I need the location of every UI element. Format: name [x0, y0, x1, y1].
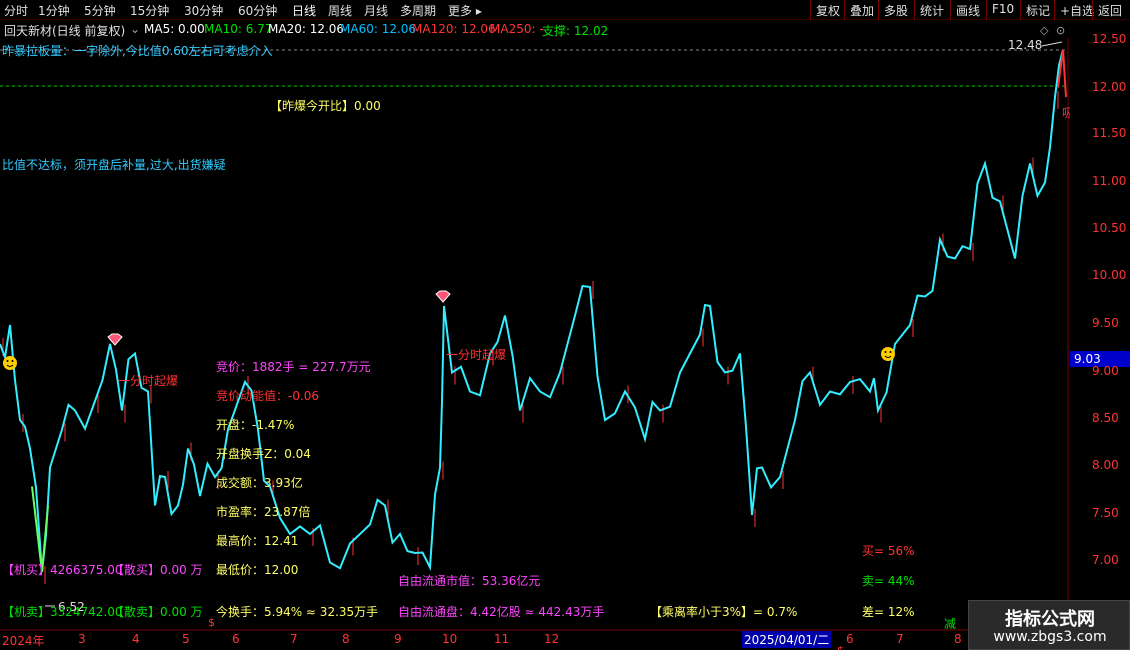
sell-percentage: 卖= 44% [862, 574, 915, 588]
x-tick-label: 8 [342, 632, 350, 646]
period-tab-daily[interactable]: 日线 [292, 2, 316, 19]
x-tick-label: 9 [394, 632, 402, 646]
ma60-value: MA60: 12.06 [340, 22, 417, 36]
open-turnover: 开盘换手Z：0.04 [216, 447, 311, 461]
y-tick-label: 11.50 [1092, 126, 1127, 140]
period-tab-weekly[interactable]: 周线 [328, 2, 352, 19]
period-tab-multi[interactable]: 多周期 [400, 2, 436, 19]
suck-signal-label: 吸筹 [1062, 106, 1070, 120]
ma5-value: MA5: 0.00 [144, 22, 205, 36]
chevron-down-icon[interactable]: ⌄ [130, 22, 140, 36]
x-tick-label: 12 [544, 632, 560, 646]
overlay-button[interactable]: 叠加 [844, 0, 878, 20]
ratio-warning: 比值不达标，须开盘后补量,过大,出货嫌疑 [2, 158, 226, 172]
multi-stock-button[interactable]: 多股 [878, 0, 912, 20]
y-tick-label: 8.50 [1092, 411, 1119, 425]
deviation-rate: 【乘离率小于3%】= 0.7% [650, 605, 798, 619]
support-value: 支撑: 12.02 [542, 24, 609, 38]
moving-average-bar: 回天新材(日线 前复权) ⌄ MA5: 0.00 MA10: 6.77 MA20… [0, 20, 1130, 38]
yesterday-limit-note: 昨暴拉板量：一字除外,今比值0.60左右可考虑介入 [2, 44, 273, 58]
y-tick-label: 9.00 [1092, 364, 1119, 378]
buy-percentage: 买= 56% [862, 544, 915, 558]
open-gain: 开盘：-1.47% [216, 418, 295, 432]
watermark-logo: 指标公式网 www.zbgs3.com [968, 600, 1130, 650]
x-tick-label: 8 [954, 632, 962, 646]
y-tick-label: 7.50 [1092, 506, 1119, 520]
retail-buy: 【散买】0.00 万 [112, 563, 203, 577]
y-tick-label: 8.00 [1092, 458, 1119, 472]
statistics-button[interactable]: 统计 [914, 0, 948, 20]
ma10-value: MA10: 6.77 [204, 22, 273, 36]
y-tick-label: 7.00 [1092, 553, 1119, 567]
period-tab-30min[interactable]: 30分钟 [184, 2, 223, 19]
period-tab-timeshare[interactable]: 分时 [4, 2, 28, 19]
bid-info: 竞价：1882手 = 227.7万元 [216, 360, 371, 374]
ma250-value: MA250: - [490, 22, 544, 36]
institution-sell: 【机卖】3324742.00 [2, 605, 123, 619]
retail-sell: 【散卖】0.00 万 [112, 605, 203, 619]
x-tick-label: 6 [232, 632, 240, 646]
yesterday-open-ratio: 【昨爆今开比】0.00 [270, 99, 381, 113]
mark-button[interactable]: 标记 [1020, 0, 1054, 20]
explode-signal-label: 一分时起爆 [118, 374, 179, 388]
today-turnover: 今换手：5.94% ≈ 32.35万手 [216, 605, 379, 619]
y-tick-label: 9.50 [1092, 316, 1119, 330]
high-price-label: 12.48 [1008, 38, 1043, 52]
ma120-value: MA120: 12.06 [412, 22, 496, 36]
period-tab-monthly[interactable]: 月线 [364, 2, 388, 19]
kline-chart[interactable]: ◇ ⊙ $ $ [0, 0, 1130, 650]
x-tick-label: 3 [78, 632, 86, 646]
y-tick-label: 10.50 [1092, 221, 1127, 235]
x-tick-label: 7 [896, 632, 904, 646]
back-button[interactable]: 返回 [1092, 0, 1126, 20]
x-tick-label: 5 [182, 632, 190, 646]
free-float-shares: 自由流通盘：4.42亿股 ≈ 442.43万手 [398, 605, 605, 619]
current-price-label: 9.03 [1074, 352, 1101, 366]
free-float-value: 自由流通市值：53.36亿元 [398, 574, 541, 588]
high-price: 最高价：12.41 [216, 534, 299, 548]
bid-energy: 竞价动能值：-0.06 [216, 389, 320, 403]
watermark-title: 指标公式网 [1005, 609, 1095, 630]
x-tick-label: 6 [846, 632, 854, 646]
explode-signal-label: 一分时起爆 [446, 348, 507, 362]
ma20-value: MA20: 12.06 [268, 22, 345, 36]
watermark-url: www.zbgs3.com [993, 629, 1107, 645]
cursor-date-label: 2025/04/01/二 [742, 631, 832, 648]
institution-buy: 【机买】4266375.00 [2, 563, 123, 577]
x-tick-label: 2024年 [2, 634, 45, 648]
diff-percentage: 差= 12% [862, 605, 915, 619]
x-tick-label: 10 [442, 632, 458, 646]
y-tick-label: 10.00 [1092, 268, 1127, 282]
stock-title: 回天新材(日线 前复权) [4, 24, 126, 38]
f10-button[interactable]: F10 [986, 0, 1018, 20]
x-tick-label: 11 [494, 632, 510, 646]
trade-volume: 成交额：3.93亿 [216, 476, 303, 490]
y-tick-label: 12.00 [1092, 80, 1127, 94]
restore-rights-button[interactable]: 复权 [810, 0, 844, 20]
reduce-label: 减 [944, 617, 957, 631]
pe-ratio: 市盈率：23.87倍 [216, 505, 311, 519]
y-tick-label: 12.50 [1092, 32, 1127, 46]
x-tick-label: 4 [132, 632, 140, 646]
period-tab-60min[interactable]: 60分钟 [238, 2, 277, 19]
svg-text:$: $ [837, 644, 844, 650]
period-tab-15min[interactable]: 15分钟 [130, 2, 169, 19]
low-price: 最低价：12.00 [216, 563, 299, 577]
period-toolbar: 分时 1分钟 5分钟 15分钟 30分钟 60分钟 日线 周线 月线 多周期 更… [0, 0, 1130, 20]
period-tab-5min[interactable]: 5分钟 [84, 2, 116, 19]
draw-line-button[interactable]: 画线 [950, 0, 984, 20]
y-tick-label: 11.00 [1092, 174, 1127, 188]
x-tick-label: 7 [290, 632, 298, 646]
period-tab-1min[interactable]: 1分钟 [38, 2, 70, 19]
period-tab-more[interactable]: 更多 ▸ [448, 2, 482, 19]
svg-text:$: $ [208, 616, 215, 629]
